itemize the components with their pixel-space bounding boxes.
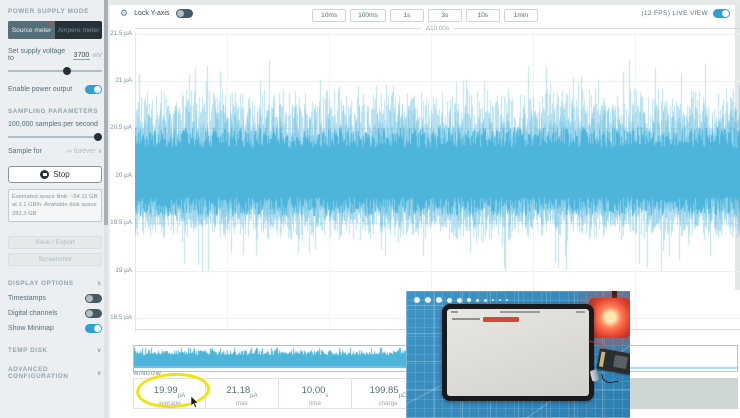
y-tick-20: 20 µA [110,172,132,179]
range-button-3s[interactable]: 3s [428,9,462,22]
stop-button[interactable]: Stop [8,166,102,183]
sidebar: POWER SUPPLY MODE Source meter Ampere me… [0,0,110,418]
live-view-label: (12 FPS) LIVE VIEW [641,10,708,17]
metal-component [590,369,599,381]
show-minimap-toggle[interactable] [85,324,102,333]
black-wire [601,372,618,384]
voltage-unit: mV [92,52,102,59]
y-tick-21: 21 µA [110,77,132,84]
advanced-configuration-label: ADVANCED CONFIGURATION [8,366,97,380]
range-button-1s[interactable]: 1s [390,9,424,22]
sidebar-scrollbar-thumb[interactable] [104,0,108,225]
screen-red-badge [483,317,519,322]
enable-power-toggle[interactable] [85,85,102,94]
voltage-slider[interactable] [8,70,102,72]
y-tick-19: 19 µA [110,267,132,274]
disk-space-note: Estimated space limit: ~54.11 GB at 2.1 … [8,189,102,222]
window-stats: 19.99µA average 21.18µA max 10.00s time … [133,378,425,409]
screen-text-mark [452,318,480,320]
sampling-parameters-header: SAMPLING PARAMETERS [8,108,102,115]
enable-power-row: Enable power output [8,85,102,94]
digital-channels-toggle[interactable] [85,309,102,318]
voltage-row: Set supply voltage to 3700mV [8,48,102,62]
power-profiler-app: POWER SUPPLY MODE Source meter Ampere me… [0,0,740,418]
save-export-label: Save / Export [35,239,75,246]
digital-channels-label: Digital channels [8,310,57,317]
sample-for-row: Sample for ∞ forever ∨ [8,148,102,155]
digital-channels-row: Digital channels [8,309,102,318]
live-view-toggle[interactable] [713,9,730,18]
display-options-header[interactable]: DISPLAY OPTIONS ∧ [8,280,102,287]
show-minimap-label: Show Minimap [8,325,54,332]
stop-button-label: Stop [53,170,69,179]
show-minimap-row: Show Minimap [8,324,102,333]
display-options-label: DISPLAY OPTIONS [8,280,74,287]
dev-board [596,348,630,375]
range-button-10s[interactable]: 10s [466,9,500,22]
chevron-up-icon: ∧ [97,280,102,287]
range-button-100ms[interactable]: 100ms [350,9,386,22]
y-tick-20-5: 20.5 µA [110,124,132,131]
window-stats-label: WINDOW [133,371,161,377]
glowing-red-pcb [589,298,630,338]
sample-rate-row: 100,000 samples per second [8,121,102,128]
stat-max: 21.18µA max [206,378,279,409]
sample-rate-label: 100,000 samples per second [8,121,98,128]
current-waveform-chart[interactable] [135,32,740,333]
y-tick-18-5: 18.5 µA [110,314,132,321]
sampling-parameters-label: SAMPLING PARAMETERS [8,108,98,115]
y-tick-19-5: 19.5 µA [110,219,132,226]
tab-ampere-meter[interactable]: Ampere meter [55,21,102,39]
mat-dots [414,297,508,303]
voltage-slider-knob[interactable] [63,67,71,75]
range-button-10ms[interactable]: 10ms [312,9,346,22]
sample-for-label: Sample for [8,148,42,155]
screenshot-button[interactable]: Screenshot [8,253,102,266]
range-button-1min[interactable]: 1min [504,9,538,22]
power-supply-mode-header: POWER SUPPLY MODE [8,8,102,15]
save-export-button[interactable]: Save / Export [8,236,102,249]
stat-time: 10.00s time [279,378,352,409]
timestamps-row: Timestamps [8,294,102,303]
voltage-label: Set supply voltage to [8,48,73,62]
tablet-device [442,304,594,401]
stop-icon [40,170,49,179]
webcam-inset-photo [406,291,630,418]
timestamps-toggle[interactable] [85,294,102,303]
temp-disk-label: TEMP DISK [8,347,48,354]
tab-source-meter-label: Source meter [12,27,52,34]
meter-mode-tabs: Source meter Ampere meter [8,21,102,39]
chevron-down-icon: ∨ [97,370,102,377]
timestamps-label: Timestamps [8,295,46,302]
alert-dot [50,22,53,25]
chevron-down-icon: ∨ [98,149,102,155]
screenshot-label: Screenshot [38,256,71,263]
tab-source-meter[interactable]: Source meter [8,21,55,39]
y-tick-21-5: 21.5 µA [110,30,132,37]
enable-power-label: Enable power output [8,86,72,93]
advanced-configuration-header[interactable]: ADVANCED CONFIGURATION ∨ [8,366,102,380]
tab-ampere-meter-label: Ampere meter [58,27,100,34]
window-delta-top: Δ10.00s [135,25,740,32]
sample-rate-slider[interactable] [8,136,102,138]
tablet-screen [447,309,589,396]
stat-average: 19.99µA average [133,378,206,409]
sample-for-value[interactable]: ∞ [67,148,72,155]
chevron-down-icon: ∨ [97,347,102,354]
sample-for-unit-select[interactable]: forever [74,148,96,155]
voltage-input[interactable]: 3700 [73,52,91,60]
temp-disk-header[interactable]: TEMP DISK ∨ [8,347,102,354]
sample-rate-slider-knob[interactable] [94,133,102,141]
power-supply-mode-label: POWER SUPPLY MODE [8,8,89,15]
